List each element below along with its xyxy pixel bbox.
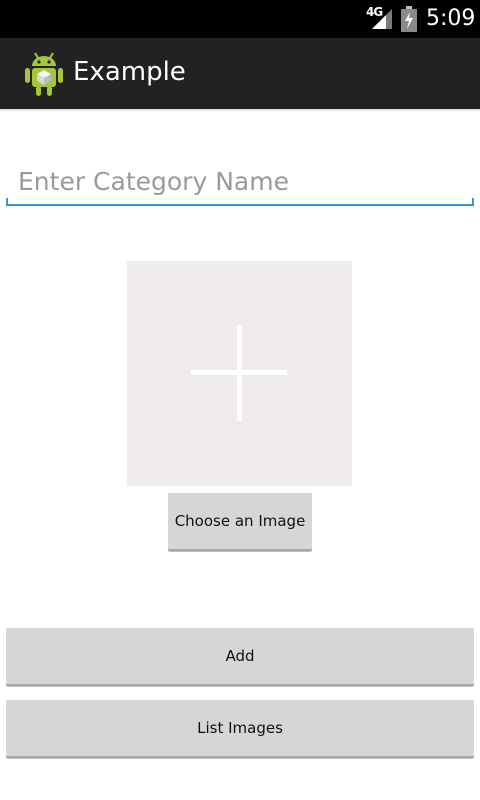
action-bar-shadow — [0, 109, 480, 112]
clock-time: 5:09 — [426, 6, 476, 31]
plus-icon-vertical-bar — [237, 325, 242, 421]
battery-icon — [401, 6, 417, 32]
input-underline-tick-left — [6, 198, 8, 206]
choose-image-button[interactable]: Choose an Image — [168, 493, 312, 551]
input-underline-tick-right — [472, 198, 474, 206]
app-title: Example — [73, 57, 186, 87]
list-images-button[interactable]: List Images — [6, 700, 474, 758]
category-name-input[interactable] — [6, 160, 474, 206]
android-robot-icon[interactable] — [22, 50, 66, 98]
signal-icon — [372, 9, 392, 29]
action-bar: Example — [0, 38, 480, 109]
add-button[interactable]: Add — [6, 628, 474, 686]
input-underline — [6, 204, 474, 206]
image-preview-placeholder[interactable] — [127, 261, 352, 486]
status-bar: 4G 5:09 — [0, 0, 480, 38]
